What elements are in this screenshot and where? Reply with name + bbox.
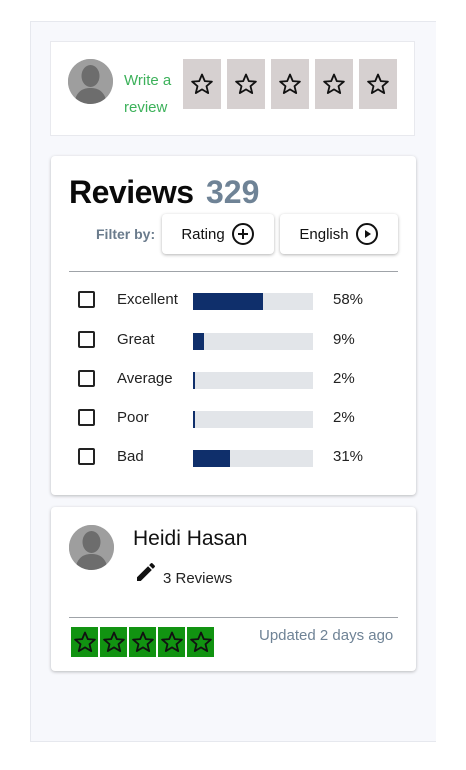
reviews-count: 329 (206, 174, 260, 210)
rating-label: Bad (117, 448, 144, 465)
person-silhouette-icon (68, 59, 113, 104)
reviewer-divider (69, 617, 398, 618)
rating-label: Average (117, 370, 173, 387)
user-avatar (68, 59, 113, 104)
rating-star-5 (187, 627, 214, 657)
rating-percent: 58% (333, 291, 364, 308)
pencil-icon (137, 562, 156, 581)
rating-star-1 (71, 627, 98, 657)
reviewer-review-count: 3 Reviews (163, 570, 233, 587)
rating-label: Poor (117, 409, 149, 426)
reviews-divider (69, 271, 398, 272)
rating-percent: 2% (333, 409, 355, 426)
rating-bar (193, 450, 313, 467)
reviewer-name: Heidi Hasan (133, 527, 248, 550)
rating-checkbox[interactable] (78, 331, 95, 348)
rating-checkbox[interactable] (78, 291, 95, 308)
rating-star-3 (129, 627, 156, 657)
star-outline-icon (191, 73, 213, 94)
rating-bar (193, 333, 313, 350)
rating-star-2 (100, 627, 127, 657)
rating-bar-fill (193, 293, 263, 310)
filter-rating-label: Rating (181, 225, 225, 243)
rating-bar-fill (193, 411, 196, 428)
rate-star-1-button[interactable] (183, 59, 221, 109)
star-outline-icon (160, 631, 183, 652)
rating-bar (193, 293, 313, 310)
rating-checkbox[interactable] (78, 448, 95, 465)
rating-percent: 31% (333, 448, 364, 465)
star-outline-icon (73, 631, 96, 652)
rating-row-bad: Bad 31% (78, 447, 378, 469)
rating-percent: 2% (333, 370, 355, 387)
filter-label: Filter by: (96, 226, 156, 242)
reviewer-avatar (69, 525, 114, 570)
rating-bar-fill (193, 450, 231, 467)
rating-row-great: Great 9% (78, 330, 378, 352)
rating-label: Great (117, 331, 155, 348)
star-outline-icon (189, 631, 212, 652)
rating-row-average: Average 2% (78, 369, 378, 391)
rating-row-poor: Poor 2% (78, 408, 378, 430)
rating-label: Excellent (117, 291, 178, 308)
rating-bar-fill (193, 333, 204, 350)
rating-checkbox[interactable] (78, 370, 95, 387)
add-circle-icon (231, 223, 254, 245)
star-outline-icon (367, 73, 389, 94)
play-circle-icon (355, 223, 378, 245)
rating-bar (193, 411, 313, 428)
person-silhouette-icon (69, 525, 114, 570)
star-outline-icon (102, 631, 125, 652)
rating-checkbox[interactable] (78, 409, 95, 426)
filter-language-label: English (299, 225, 349, 243)
rating-star-4 (158, 627, 185, 657)
filter-language-button[interactable]: English (280, 214, 398, 254)
rate-star-4-button[interactable] (315, 59, 353, 109)
rating-row-excellent: Excellent 58% (78, 290, 378, 312)
rate-star-5-button[interactable] (359, 59, 397, 109)
star-outline-icon (235, 73, 257, 94)
write-review-link[interactable]: Write a review (124, 67, 184, 121)
star-outline-icon (131, 631, 154, 652)
rate-star-2-button[interactable] (227, 59, 265, 109)
rating-percent: 9% (333, 331, 355, 348)
rating-bar (193, 372, 313, 389)
rating-bar-fill (193, 372, 196, 389)
review-updated-time: Updated 2 days ago (259, 627, 394, 644)
star-outline-icon (279, 73, 301, 94)
filter-rating-button[interactable]: Rating (162, 214, 274, 254)
star-outline-icon (323, 73, 345, 94)
rate-star-3-button[interactable] (271, 59, 309, 109)
reviews-title: Reviews (69, 174, 194, 210)
